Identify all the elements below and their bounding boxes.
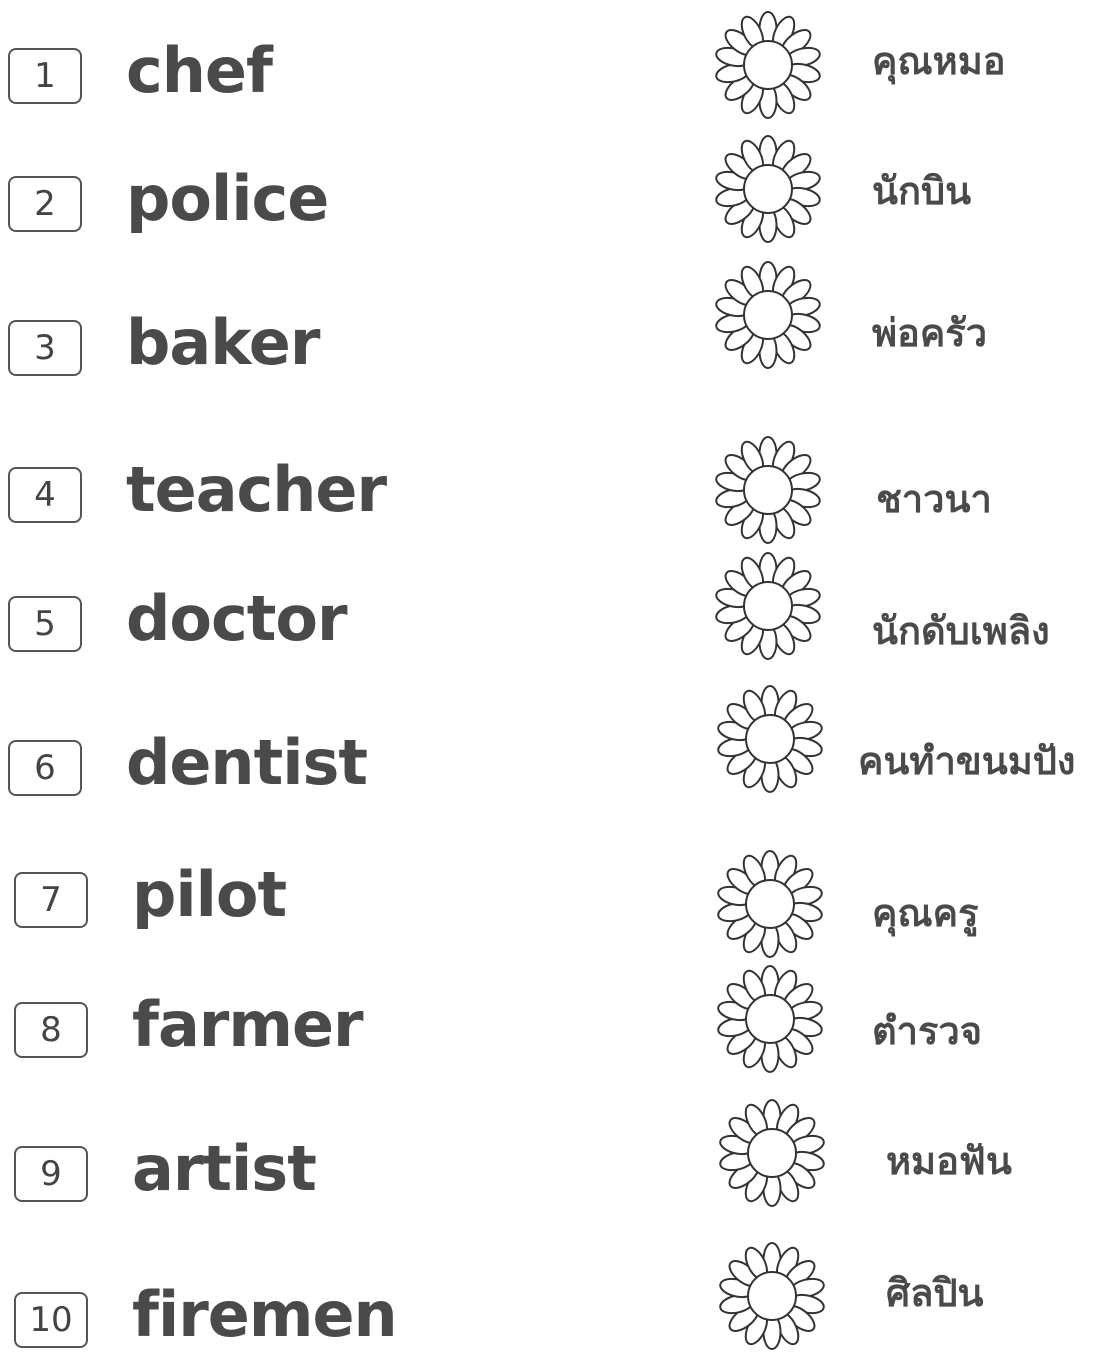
number-box: 7 xyxy=(14,872,88,928)
thai-word: ตำรวจ xyxy=(872,1009,983,1053)
flower-icon[interactable] xyxy=(712,259,824,371)
flower-icon[interactable] xyxy=(712,133,824,245)
number-box: 9 xyxy=(14,1146,88,1202)
flower-icon[interactable] xyxy=(714,683,826,795)
thai-word: ศิลปิน xyxy=(886,1271,984,1315)
flower-icon[interactable] xyxy=(714,848,826,960)
english-word: doctor xyxy=(126,582,348,655)
number-box: 3 xyxy=(8,320,82,376)
thai-word: หมอฟัน xyxy=(886,1139,1012,1183)
flower-icon[interactable] xyxy=(716,1240,828,1352)
flower-icon[interactable] xyxy=(712,9,824,121)
number-box: 4 xyxy=(8,467,82,523)
number-box: 1 xyxy=(8,48,82,104)
number-box: 10 xyxy=(14,1292,88,1348)
english-word: pilot xyxy=(132,858,287,931)
thai-word: คุณหมอ xyxy=(872,39,1006,83)
english-word: firemen xyxy=(132,1278,398,1351)
thai-word: คนทำขนมปัง xyxy=(858,739,1076,783)
english-word: chef xyxy=(126,34,273,107)
thai-word: ชาวนา xyxy=(876,477,992,521)
english-word: farmer xyxy=(132,988,364,1061)
flower-icon[interactable] xyxy=(712,434,824,546)
flower-icon[interactable] xyxy=(716,1097,828,1209)
flower-icon[interactable] xyxy=(712,550,824,662)
english-word: artist xyxy=(132,1132,317,1205)
english-word: dentist xyxy=(126,726,368,799)
thai-word: คุณครู xyxy=(872,891,979,935)
thai-word: นักดับเพลิง xyxy=(872,609,1050,653)
english-word: police xyxy=(126,162,329,235)
number-box: 6 xyxy=(8,740,82,796)
english-word: baker xyxy=(126,306,320,379)
number-box: 2 xyxy=(8,176,82,232)
number-box: 8 xyxy=(14,1002,88,1058)
thai-word: นักบิน xyxy=(872,169,972,213)
flower-icon[interactable] xyxy=(714,963,826,1075)
english-word: teacher xyxy=(126,453,387,526)
number-box: 5 xyxy=(8,596,82,652)
thai-word: พ่อครัว xyxy=(872,311,988,355)
